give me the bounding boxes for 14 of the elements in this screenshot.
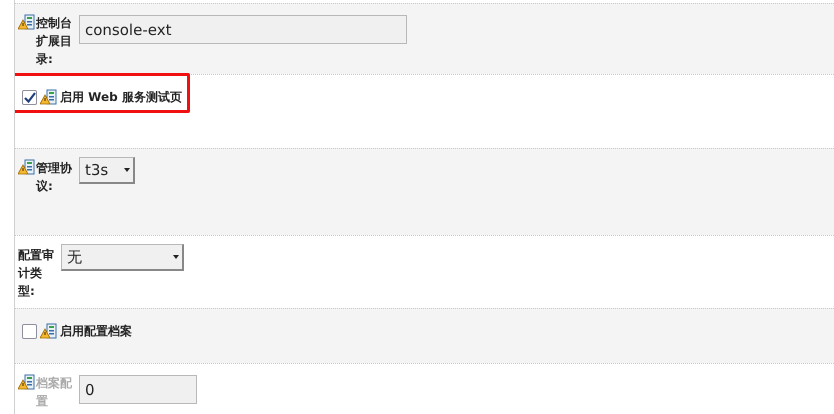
field-label: 配置审计类型:: [18, 247, 55, 300]
checkbox-label: 启用 Web 服务测试页: [60, 89, 182, 106]
checkbox-label: 启用配置档案: [60, 323, 132, 340]
text-field[interactable]: console-ext: [79, 15, 407, 44]
dropdown[interactable]: 无: [61, 244, 184, 271]
field-label: 档案配置: [36, 375, 73, 410]
checkbox[interactable]: [22, 90, 37, 105]
dropdown[interactable]: t3s: [79, 157, 135, 184]
field-label: 控制台扩展目录:: [36, 15, 73, 68]
caret-icon: [173, 255, 179, 259]
field-label: 管理协议:: [36, 160, 74, 195]
caret-icon: [124, 168, 130, 172]
check-icon: [24, 92, 36, 103]
checkbox[interactable]: [22, 324, 37, 339]
